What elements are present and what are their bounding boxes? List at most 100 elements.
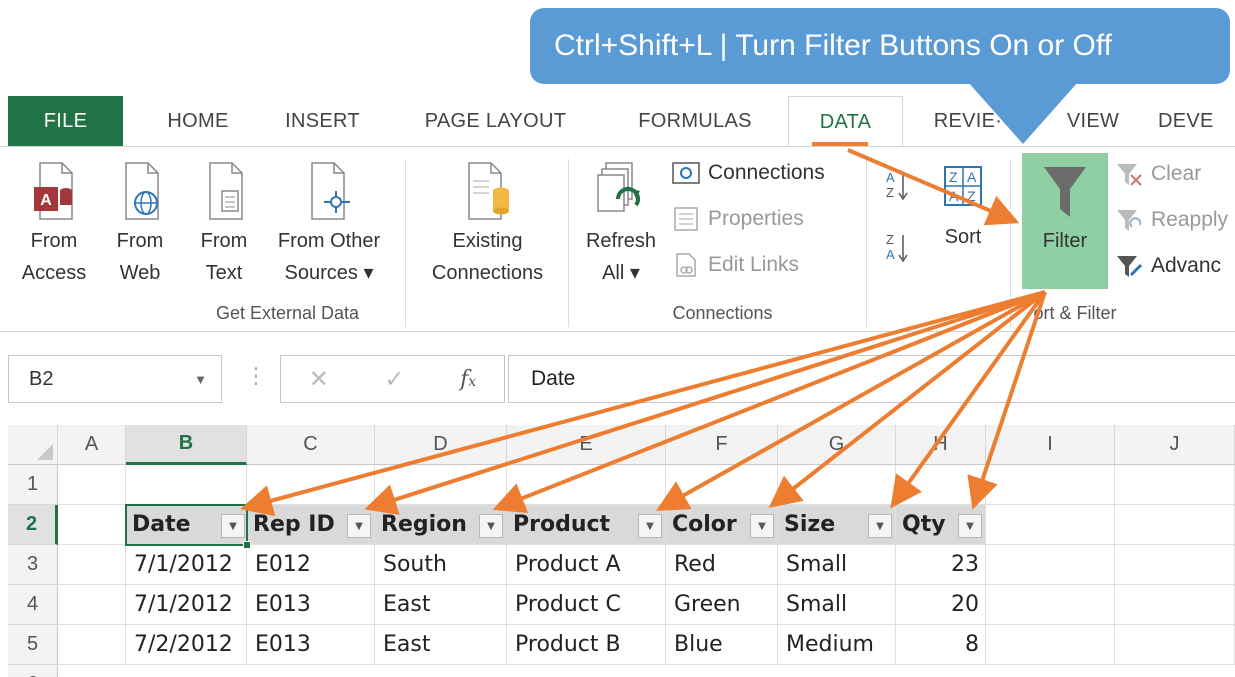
table-cell[interactable]: East bbox=[375, 625, 507, 665]
filter-dropdown-date[interactable]: ▼ bbox=[221, 514, 245, 538]
cell[interactable] bbox=[58, 585, 126, 625]
table-cell[interactable]: 20 bbox=[896, 585, 986, 625]
filter-dropdown-color[interactable]: ▼ bbox=[750, 514, 774, 538]
cell[interactable] bbox=[778, 465, 896, 505]
column-header-e[interactable]: E bbox=[507, 425, 666, 465]
table-cell[interactable]: Small bbox=[778, 545, 896, 585]
cell[interactable] bbox=[1115, 585, 1235, 625]
row-header-2[interactable]: 2 bbox=[8, 505, 58, 545]
table-cell[interactable]: East bbox=[375, 585, 507, 625]
column-header-j[interactable]: J bbox=[1115, 425, 1235, 465]
cell[interactable] bbox=[58, 625, 126, 665]
tab-data[interactable]: DATA bbox=[788, 96, 903, 148]
cell[interactable] bbox=[247, 465, 375, 505]
filter-dropdown-product[interactable]: ▼ bbox=[638, 514, 662, 538]
table-header-product[interactable]: Product ▼ bbox=[507, 505, 666, 545]
cell[interactable] bbox=[58, 465, 126, 505]
advanced-filter-button[interactable]: Advanc bbox=[1115, 253, 1221, 279]
table-header-region[interactable]: Region ▼ bbox=[375, 505, 507, 545]
sort-button[interactable]: Z A A Z Sort bbox=[928, 161, 998, 253]
row-header-5[interactable]: 5 bbox=[8, 625, 58, 665]
cell[interactable] bbox=[1115, 625, 1235, 665]
table-cell[interactable]: South bbox=[375, 545, 507, 585]
column-header-a[interactable]: A bbox=[58, 425, 126, 465]
name-box[interactable]: B2 ▼ bbox=[8, 355, 222, 403]
cell[interactable] bbox=[126, 465, 247, 505]
table-cell[interactable]: E012 bbox=[247, 545, 375, 585]
row-header-4[interactable]: 4 bbox=[8, 585, 58, 625]
cell[interactable] bbox=[1115, 465, 1235, 505]
table-cell[interactable]: 7/1/2012 bbox=[126, 545, 247, 585]
refresh-all-button[interactable]: Refresh All ▾ bbox=[578, 161, 664, 289]
column-header-d[interactable]: D bbox=[375, 425, 507, 465]
column-header-b[interactable]: B bbox=[126, 425, 247, 465]
drag-handle-icon[interactable]: ⋮ bbox=[245, 363, 267, 389]
cell[interactable] bbox=[896, 465, 986, 505]
filter-dropdown-qty[interactable]: ▼ bbox=[958, 514, 982, 538]
from-text-button[interactable]: From Text bbox=[184, 161, 264, 289]
table-cell[interactable]: E013 bbox=[247, 585, 375, 625]
filter-dropdown-size[interactable]: ▼ bbox=[868, 514, 892, 538]
table-header-color[interactable]: Color ▼ bbox=[666, 505, 778, 545]
table-cell[interactable]: Green bbox=[666, 585, 778, 625]
fill-handle[interactable] bbox=[243, 541, 251, 549]
tab-home[interactable]: HOME bbox=[148, 96, 248, 146]
column-header-i[interactable]: I bbox=[986, 425, 1115, 465]
tab-page-layout[interactable]: PAGE LAYOUT bbox=[408, 96, 583, 146]
cell[interactable] bbox=[986, 625, 1115, 665]
table-cell[interactable]: 7/2/2012 bbox=[126, 625, 247, 665]
connections-button[interactable]: Connections bbox=[672, 161, 825, 185]
chevron-down-icon[interactable]: ▼ bbox=[194, 372, 207, 387]
sort-z-a-button[interactable]: Z A bbox=[885, 231, 909, 263]
clear-filter-button[interactable]: Clear bbox=[1115, 161, 1201, 187]
table-cell[interactable]: Medium bbox=[778, 625, 896, 665]
cell[interactable] bbox=[58, 505, 126, 545]
column-header-g[interactable]: G bbox=[778, 425, 896, 465]
row-header-6[interactable]: 6 bbox=[8, 665, 58, 677]
cell[interactable] bbox=[666, 465, 778, 505]
from-web-button[interactable]: From Web bbox=[100, 161, 180, 289]
from-access-button[interactable]: A From Access bbox=[14, 161, 94, 289]
cell[interactable] bbox=[1115, 545, 1235, 585]
tab-insert[interactable]: INSERT bbox=[270, 96, 375, 146]
table-cell[interactable]: E013 bbox=[247, 625, 375, 665]
table-cell[interactable]: Product A bbox=[507, 545, 666, 585]
table-cell[interactable]: 23 bbox=[896, 545, 986, 585]
table-header-rep-id[interactable]: Rep ID ▼ bbox=[247, 505, 375, 545]
filter-button[interactable]: Filter bbox=[1022, 153, 1108, 289]
formula-input[interactable]: Date bbox=[508, 355, 1235, 403]
enter-icon[interactable]: ✓ bbox=[384, 365, 404, 394]
cancel-icon[interactable]: ✕ bbox=[309, 365, 329, 394]
edit-links-button[interactable]: Edit Links bbox=[672, 253, 799, 277]
row-header-1[interactable]: 1 bbox=[8, 465, 58, 505]
cell[interactable] bbox=[986, 545, 1115, 585]
properties-button[interactable]: Properties bbox=[672, 207, 804, 231]
select-all-corner[interactable] bbox=[8, 425, 58, 465]
filter-dropdown-rep-id[interactable]: ▼ bbox=[347, 514, 371, 538]
table-cell[interactable]: Small bbox=[778, 585, 896, 625]
table-header-qty[interactable]: Qty ▼ bbox=[896, 505, 986, 545]
cell[interactable] bbox=[1115, 505, 1235, 545]
filter-dropdown-region[interactable]: ▼ bbox=[479, 514, 503, 538]
insert-function-icon[interactable]: fx bbox=[460, 367, 476, 392]
table-cell[interactable]: Product C bbox=[507, 585, 666, 625]
cell[interactable] bbox=[986, 505, 1115, 545]
tab-developer[interactable]: DEVE bbox=[1158, 96, 1235, 146]
existing-connections-button[interactable]: Existing Connections bbox=[415, 161, 560, 289]
table-cell[interactable]: Red bbox=[666, 545, 778, 585]
cell[interactable] bbox=[58, 545, 126, 585]
reapply-button[interactable]: Reapply bbox=[1115, 207, 1228, 233]
table-cell[interactable]: Blue bbox=[666, 625, 778, 665]
cell[interactable] bbox=[986, 465, 1115, 505]
table-cell[interactable]: Product B bbox=[507, 625, 666, 665]
tab-formulas[interactable]: FORMULAS bbox=[620, 96, 770, 146]
tab-file[interactable]: FILE bbox=[8, 96, 123, 146]
table-cell[interactable]: 7/1/2012 bbox=[126, 585, 247, 625]
table-header-date[interactable]: Date ▼ bbox=[126, 505, 247, 545]
table-header-size[interactable]: Size ▼ bbox=[778, 505, 896, 545]
cell[interactable] bbox=[986, 585, 1115, 625]
from-other-sources-button[interactable]: From Other Sources ▾ bbox=[262, 161, 396, 289]
cell[interactable] bbox=[507, 465, 666, 505]
cell[interactable] bbox=[375, 465, 507, 505]
table-cell[interactable]: 8 bbox=[896, 625, 986, 665]
